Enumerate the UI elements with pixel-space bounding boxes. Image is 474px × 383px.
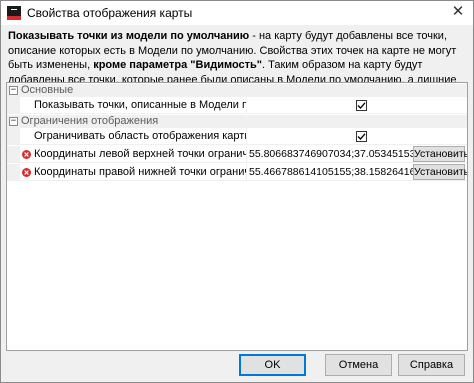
property-row-bottom-right-coords[interactable]: Координаты правой нижней точки ограничен… xyxy=(7,164,467,181)
collapse-toggle-icon[interactable]: − xyxy=(9,117,18,126)
set-bottom-right-button[interactable]: Установить xyxy=(413,164,467,180)
ok-button[interactable]: OK xyxy=(239,354,306,376)
cancel-button[interactable]: Отмена xyxy=(325,354,392,376)
property-row-show-default-points[interactable]: Показывать точки, описанные в Модели по … xyxy=(7,97,467,114)
collapse-toggle-icon[interactable]: − xyxy=(9,86,18,95)
description-bold-2: кроме параметра "Видимость" xyxy=(93,59,263,71)
checked-checkbox-icon[interactable] xyxy=(356,131,367,142)
property-name: Координаты правой нижней точки ограничен… xyxy=(34,166,246,178)
property-name: Координаты левой верхней точки ограничен… xyxy=(34,148,246,160)
property-name: Показывать точки, описанные в Модели по … xyxy=(34,99,246,111)
property-value[interactable] xyxy=(247,97,467,114)
property-value[interactable] xyxy=(247,128,467,145)
coords-input[interactable]: 55.466788614105155;38.158264160156129 Ус… xyxy=(247,164,467,181)
error-icon xyxy=(22,168,31,177)
coords-input[interactable]: 55.806683746907034;37.053451538085817 Ус… xyxy=(247,146,467,163)
window-title: Свойства отображения карты xyxy=(27,6,193,20)
category-display-limits[interactable]: − Ограничения отображения xyxy=(7,115,467,128)
row-gutter xyxy=(7,146,20,163)
description-bold-1: Показывать точки из модели по умолчанию xyxy=(8,30,250,42)
category-label: Основные xyxy=(21,84,74,96)
property-row-limit-area[interactable]: Ограничивать область отображения карты xyxy=(7,128,467,145)
property-row-top-left-coords[interactable]: Координаты левой верхней точки ограничен… xyxy=(7,146,467,163)
help-button[interactable]: Справка xyxy=(398,354,465,376)
property-name: Ограничивать область отображения карты xyxy=(34,130,246,142)
property-grid: − Основные Показывать точки, описанные в… xyxy=(6,82,468,351)
app-icon xyxy=(7,6,21,20)
dialog-window: Свойства отображения карты ✕ Показывать … xyxy=(0,0,474,383)
row-gutter xyxy=(7,128,20,145)
row-gutter xyxy=(7,164,20,181)
checked-checkbox-icon[interactable] xyxy=(356,100,367,111)
set-top-left-button[interactable]: Установить xyxy=(413,146,467,162)
close-button[interactable]: ✕ xyxy=(443,1,473,25)
category-main[interactable]: − Основные xyxy=(7,84,467,97)
title-bar[interactable]: Свойства отображения карты ✕ xyxy=(1,1,473,25)
error-icon xyxy=(22,150,31,159)
category-label: Ограничения отображения xyxy=(21,115,159,127)
row-gutter xyxy=(7,97,20,114)
